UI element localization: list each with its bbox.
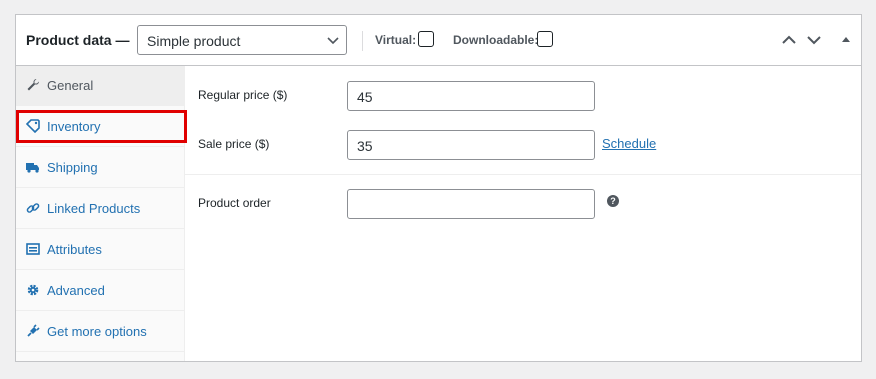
tab-linked-products-label: Linked Products — [47, 201, 141, 216]
plugin-icon — [27, 324, 40, 337]
list-view-icon — [26, 243, 40, 255]
wrench-icon — [27, 78, 40, 91]
tab-general-label: General — [47, 78, 94, 93]
tab-get-more-options[interactable]: Get more options — [16, 312, 184, 352]
tab-general[interactable]: General — [16, 66, 184, 106]
tab-get-more-options-label: Get more options — [47, 324, 147, 339]
product-data-tabs: General Inventory Shipping Linked Produc… — [16, 66, 185, 361]
link-icon — [26, 203, 40, 213]
chevron-down-icon — [327, 37, 339, 45]
sale-price-input[interactable]: 35 — [347, 130, 595, 160]
header-divider — [362, 31, 363, 51]
product-type-value: Simple product — [147, 33, 241, 49]
tab-shipping-label: Shipping — [47, 160, 98, 175]
product-data-panel: Product data — Simple product Virtual: D… — [15, 14, 862, 362]
schedule-link[interactable]: Schedule — [602, 136, 656, 151]
truck-icon — [26, 163, 39, 173]
tag-icon — [26, 119, 40, 133]
tab-inventory[interactable]: Inventory — [16, 107, 184, 147]
regular-price-value: 45 — [357, 89, 373, 105]
move-down-icon[interactable] — [805, 32, 823, 48]
gear-icon — [27, 284, 39, 296]
regular-price-label: Regular price ($) — [198, 88, 288, 102]
tab-advanced-label: Advanced — [47, 283, 105, 298]
sale-price-label: Sale price ($) — [198, 137, 270, 151]
tab-shipping[interactable]: Shipping — [16, 148, 184, 188]
collapse-toggle-icon[interactable] — [837, 32, 855, 48]
product-order-label: Product order — [198, 196, 271, 210]
product-order-input[interactable] — [347, 189, 595, 219]
tab-inventory-label: Inventory — [47, 119, 101, 134]
section-divider — [185, 174, 861, 175]
tab-linked-products[interactable]: Linked Products — [16, 189, 184, 229]
virtual-checkbox[interactable] — [418, 31, 434, 47]
tab-advanced[interactable]: Advanced — [16, 271, 184, 311]
panel-title: Product data — — [26, 32, 130, 48]
move-up-icon[interactable] — [780, 32, 798, 48]
sale-price-value: 35 — [357, 138, 373, 154]
tab-attributes-label: Attributes — [47, 242, 102, 257]
tab-attributes[interactable]: Attributes — [16, 230, 184, 270]
help-icon[interactable]: ? — [607, 195, 619, 207]
panel-header: Product data — Simple product Virtual: D… — [16, 15, 861, 66]
product-type-select[interactable]: Simple product — [137, 25, 347, 55]
general-tab-panel: Regular price ($) 45 Sale price ($) 35 S… — [185, 66, 861, 361]
downloadable-checkbox[interactable] — [537, 31, 553, 47]
regular-price-input[interactable]: 45 — [347, 81, 595, 111]
downloadable-label: Downloadable: — [453, 33, 539, 47]
virtual-label: Virtual: — [375, 33, 417, 47]
